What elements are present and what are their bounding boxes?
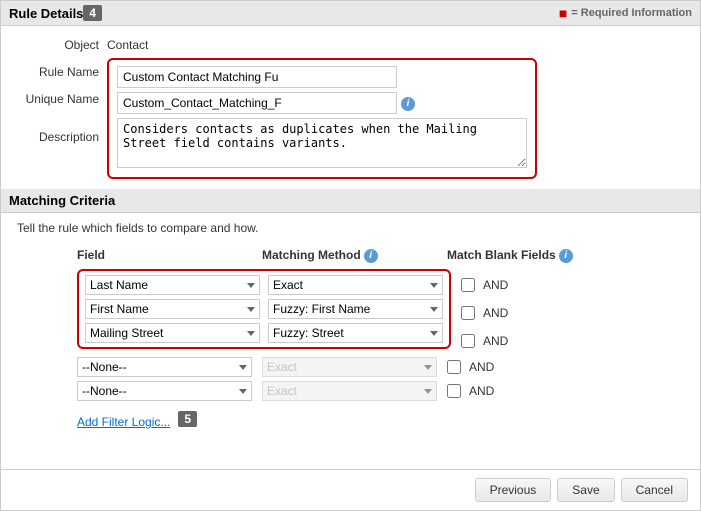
rule-details-header: Rule Details 4 ■ = Required Information <box>1 1 700 26</box>
unique-name-input-row: i <box>117 92 527 114</box>
and-label-5: AND <box>469 384 494 398</box>
cancel-button[interactable]: Cancel <box>621 478 688 502</box>
step-4-badge: 4 <box>83 5 102 21</box>
criteria-row-2: First Name Fuzzy: First Name <box>85 299 443 319</box>
object-value: Contact <box>107 34 684 52</box>
page-title: Rule Details <box>9 6 83 21</box>
blank-col-header: Match Blank Fields i <box>447 247 577 263</box>
object-row: Object Contact <box>17 34 684 52</box>
matching-body: Tell the rule which fields to compare an… <box>1 213 700 469</box>
matching-criteria-title: Matching Criteria <box>9 193 115 208</box>
and-label-3: AND <box>483 334 508 348</box>
blank-header-label: Match Blank Fields i <box>447 247 577 263</box>
unique-name-input[interactable] <box>117 92 397 114</box>
and-label-2: AND <box>483 306 508 320</box>
footer: Previous Save Cancel <box>1 469 700 510</box>
field-select-3[interactable]: Mailing Street <box>85 323 260 343</box>
save-button[interactable]: Save <box>557 478 614 502</box>
criteria-headers: Field Matching Method i Match Blank Fiel… <box>17 247 684 263</box>
method-info-icon[interactable]: i <box>364 249 378 263</box>
field-select-1[interactable]: Last Name <box>85 275 260 295</box>
matching-instruction: Tell the rule which fields to compare an… <box>17 221 684 235</box>
blank-checkboxes-highlighted: AND AND AND <box>461 269 508 353</box>
main-container: Rule Details 4 ■ = Required Information … <box>0 0 701 511</box>
description-label: Description <box>17 126 107 181</box>
method-col-header: Matching Method i <box>262 247 437 263</box>
required-dot: ■ <box>559 5 567 21</box>
add-filter-area: Add Filter Logic... 5 <box>77 409 684 429</box>
field-select-2[interactable]: First Name <box>85 299 260 319</box>
criteria-row-4: --None-- Exact AND <box>77 357 684 377</box>
unique-name-info-icon[interactable]: i <box>401 97 415 111</box>
blank-checkbox-1[interactable] <box>461 278 475 292</box>
and-label-1: AND <box>483 278 508 292</box>
criteria-rows-container: Last Name Exact First Name Fuzzy: First … <box>17 269 684 429</box>
description-input-row: Considers contacts as duplicates when th… <box>117 118 527 171</box>
method-select-3[interactable]: Fuzzy: Street <box>268 323 443 343</box>
unique-name-label: Unique Name <box>17 85 107 112</box>
blank-checkbox-5[interactable] <box>447 384 461 398</box>
blank-row-1: AND <box>461 273 508 297</box>
criteria-row-5: --None-- Exact AND <box>77 381 684 401</box>
method-header-label: Matching Method i <box>262 247 437 263</box>
blank-row-3: AND <box>461 329 508 353</box>
add-filter-link[interactable]: Add Filter Logic... <box>77 415 170 429</box>
rule-name-input-row <box>117 66 527 88</box>
field-header-label: Field <box>77 248 252 262</box>
blank-cell-5: AND <box>447 384 547 398</box>
previous-button[interactable]: Previous <box>475 478 552 502</box>
field-select-5[interactable]: --None-- <box>77 381 252 401</box>
method-select-5: Exact <box>262 381 437 401</box>
object-label: Object <box>17 34 107 52</box>
highlighted-fields-group: i Considers contacts as duplicates when … <box>107 58 537 179</box>
method-select-2[interactable]: Fuzzy: First Name <box>268 299 443 319</box>
highlighted-rows-box: Last Name Exact First Name Fuzzy: First … <box>77 269 451 349</box>
blank-checkbox-2[interactable] <box>461 306 475 320</box>
field-select-4[interactable]: --None-- <box>77 357 252 377</box>
blank-info-icon[interactable]: i <box>559 249 573 263</box>
non-highlighted-rows: --None-- Exact AND --None-- <box>77 357 684 405</box>
rule-name-input[interactable] <box>117 66 397 88</box>
method-select-1[interactable]: Exact <box>268 275 443 295</box>
criteria-row-3: Mailing Street Fuzzy: Street <box>85 323 443 343</box>
required-info: ■ = Required Information <box>559 5 692 21</box>
and-label-4: AND <box>469 360 494 374</box>
method-select-4: Exact <box>262 357 437 377</box>
blank-cell-4: AND <box>447 360 547 374</box>
rule-details-body: Object Contact Rule Name Unique Name Des… <box>1 26 700 189</box>
blank-checkbox-3[interactable] <box>461 334 475 348</box>
required-info-text: = Required Information <box>571 7 692 19</box>
description-textarea[interactable]: Considers contacts as duplicates when th… <box>117 118 527 168</box>
blank-checkbox-4[interactable] <box>447 360 461 374</box>
matching-criteria-header: Matching Criteria <box>1 189 700 213</box>
blank-row-2: AND <box>461 301 508 325</box>
rule-name-label: Rule Name <box>17 58 107 85</box>
step-5-badge: 5 <box>178 411 197 427</box>
field-col-header: Field <box>77 248 252 262</box>
criteria-row-1: Last Name Exact <box>85 275 443 295</box>
highlighted-criteria-group: Last Name Exact First Name Fuzzy: First … <box>77 269 684 353</box>
